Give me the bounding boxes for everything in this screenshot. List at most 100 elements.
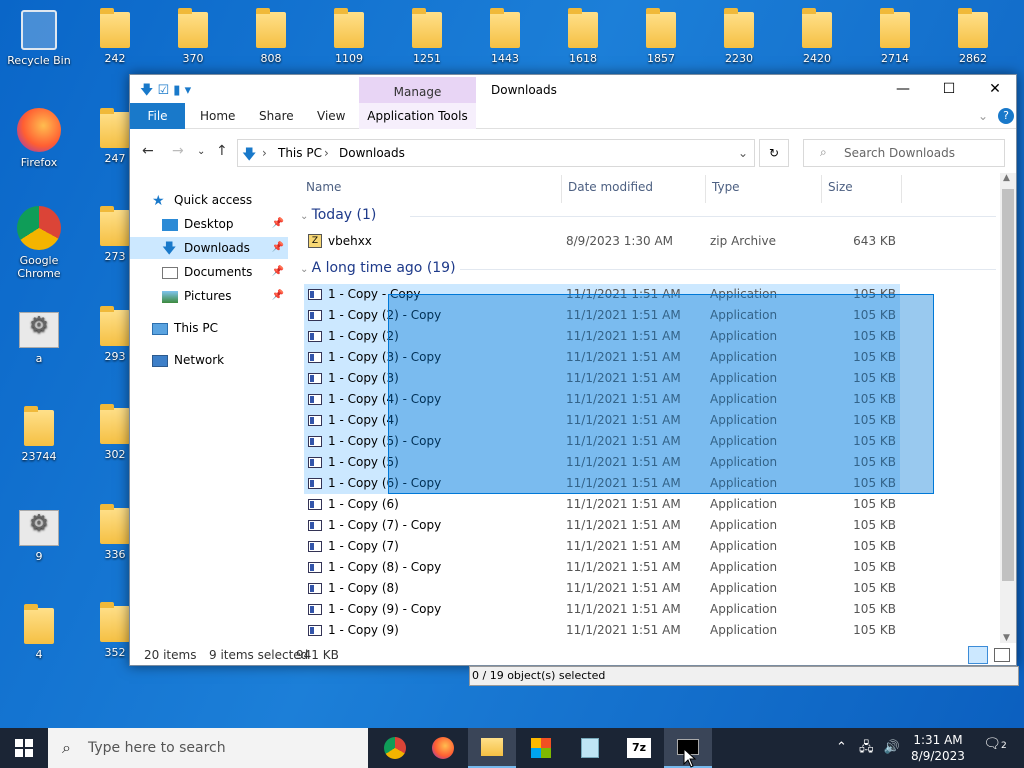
large-icons-view-icon[interactable]: [994, 648, 1010, 662]
scrollbar-thumb[interactable]: [1002, 189, 1014, 581]
address-row: ← → ⌄ ↑ 🡇 › This PC › Downloads ⌄ ↻ Sear…: [130, 129, 1016, 173]
manage-context-tab[interactable]: Manage: [359, 77, 476, 103]
column-header-name[interactable]: Name: [300, 175, 562, 203]
desktop-icon-folder[interactable]: 1618: [548, 8, 618, 65]
sidebar-item-quick-access[interactable]: ★ Quick access: [130, 189, 288, 211]
forward-icon[interactable]: →: [172, 143, 184, 159]
column-header-date[interactable]: Date modified: [562, 175, 706, 203]
application-icon: [308, 331, 322, 342]
desktop-icon-folder[interactable]: 1857: [626, 8, 696, 65]
tab-home[interactable]: Home: [200, 103, 235, 129]
folder-icon: [24, 406, 54, 446]
desktop-icon-label: 4: [35, 648, 43, 661]
up-icon[interactable]: ↑: [216, 143, 228, 159]
minimize-button[interactable]: —: [880, 75, 926, 103]
group-header-long-ago[interactable]: ⌄ A long time ago (19): [300, 260, 456, 276]
scroll-up-icon[interactable]: ▲: [1003, 173, 1010, 183]
sidebar-item-pictures[interactable]: Pictures 📌: [130, 285, 288, 307]
desktop-icon-folder[interactable]: 1109: [314, 8, 384, 65]
help-icon[interactable]: ?: [998, 108, 1014, 124]
status-bar: 20 items 9 items selected 941 KB: [130, 643, 1018, 667]
desktop-icon-folder[interactable]: 2230: [704, 8, 774, 65]
desktop-icon-label: 2420: [803, 52, 831, 65]
table-row[interactable]: 1 - Copy (8) - Copy 11/1/2021 1:51 AM Appl…: [304, 557, 900, 578]
address-dropdown-icon[interactable]: ⌄: [738, 146, 748, 160]
pin-icon: 📌: [271, 266, 284, 277]
taskbar-firefox[interactable]: [419, 728, 467, 768]
file-type: Application: [710, 539, 778, 553]
ribbon-expand-icon[interactable]: ⌄: [978, 109, 988, 123]
recent-locations-icon[interactable]: ⌄: [197, 146, 205, 157]
column-header-size[interactable]: Size: [822, 175, 902, 203]
file-date: 8/9/2023 1:30 AM: [566, 234, 674, 248]
refresh-button[interactable]: ↻: [759, 139, 789, 167]
start-button[interactable]: [0, 728, 48, 768]
maximize-button[interactable]: ☐: [926, 75, 972, 103]
network-icon[interactable]: 🖧: [859, 740, 874, 755]
desktop-icon-folder[interactable]: 808: [236, 8, 306, 65]
file-size: 105 KB: [853, 518, 896, 532]
table-row[interactable]: 1 - Copy (9) - Copy 11/1/2021 1:51 AM Appl…: [304, 599, 900, 620]
taskbar-store[interactable]: [517, 728, 565, 768]
taskbar-7zip[interactable]: 7z: [615, 728, 663, 768]
tab-share[interactable]: Share: [259, 103, 294, 129]
address-bar[interactable]: 🡇 › This PC › Downloads ⌄: [237, 139, 755, 167]
desktop-icon-folder[interactable]: 4: [4, 604, 74, 661]
group-header-today[interactable]: ⌄ Today (1): [300, 207, 376, 223]
tab-application-tools[interactable]: Application Tools: [359, 103, 476, 129]
breadcrumb-downloads[interactable]: Downloads: [339, 146, 405, 160]
table-row[interactable]: 1 - Copy (9) 11/1/2021 1:51 AM Application…: [304, 620, 900, 641]
desktop-icon-folder[interactable]: 242: [80, 8, 150, 65]
breadcrumb-this-pc[interactable]: This PC: [278, 146, 322, 160]
sidebar-item-desktop[interactable]: Desktop 📌: [130, 213, 288, 235]
volume-icon[interactable]: 🔊: [884, 740, 900, 755]
desktop-icon-folder[interactable]: 2420: [782, 8, 852, 65]
sidebar-item-documents[interactable]: Documents 📌: [130, 261, 288, 283]
column-header-type[interactable]: Type: [706, 175, 822, 203]
close-button[interactable]: ✕: [972, 75, 1018, 103]
taskbar-notepad[interactable]: [566, 728, 614, 768]
back-icon[interactable]: ←: [142, 143, 154, 159]
desktop-icon-a[interactable]: ⚙ a: [4, 312, 74, 365]
table-row[interactable]: 1 - Copy (6) 11/1/2021 1:51 AM Application…: [304, 494, 900, 515]
chevron-up-icon[interactable]: ⌃: [836, 740, 847, 755]
desktop-icon-9[interactable]: ⚙ 9: [4, 510, 74, 563]
scroll-down-icon[interactable]: ▼: [1003, 633, 1010, 643]
desktop-icon-folder[interactable]: 2862: [938, 8, 1008, 65]
taskbar-chrome[interactable]: [371, 728, 419, 768]
sidebar-item-network[interactable]: Network: [130, 349, 288, 371]
pin-icon: 📌: [271, 218, 284, 229]
table-row[interactable]: Z vbehxx 8/9/2023 1:30 AM zip Archive 64…: [304, 231, 900, 252]
chrome-icon: [17, 206, 61, 250]
tab-file[interactable]: File: [130, 103, 185, 129]
desktop-icon-recycle-bin[interactable]: Recycle Bin: [4, 10, 74, 67]
details-view-icon[interactable]: [968, 646, 988, 664]
folder-icon: [412, 8, 442, 48]
desktop-icon-folder[interactable]: 370: [158, 8, 228, 65]
desktop-icon-firefox[interactable]: Firefox: [4, 108, 74, 169]
taskbar-file-explorer[interactable]: [468, 728, 516, 768]
desktop-icon-folder[interactable]: 1443: [470, 8, 540, 65]
table-row[interactable]: 1 - Copy (7) 11/1/2021 1:51 AM Application…: [304, 536, 900, 557]
desktop-icon-folder[interactable]: 23744: [4, 406, 74, 463]
desktop-icon-folder[interactable]: 2714: [860, 8, 930, 65]
title-bar[interactable]: 🡇 ☑ ▮ ▾ Manage Downloads — ☐ ✕: [130, 75, 1016, 103]
notification-center-button[interactable]: 🗨2: [982, 736, 1008, 760]
taskbar-search-input[interactable]: Type here to search: [48, 728, 368, 768]
application-icon: [308, 415, 322, 426]
folder-icon: [100, 404, 130, 444]
search-input[interactable]: Search Downloads: [803, 139, 1005, 167]
desktop-icon-folder[interactable]: 1251: [392, 8, 462, 65]
desktop-icon-chrome[interactable]: Google Chrome: [4, 206, 74, 280]
table-row[interactable]: 1 - Copy (8) 11/1/2021 1:51 AM Application…: [304, 578, 900, 599]
tab-view[interactable]: View: [317, 103, 345, 129]
file-type: Application: [710, 518, 778, 532]
file-size: 105 KB: [853, 539, 896, 553]
sidebar-item-downloads[interactable]: 🡇 Downloads 📌: [130, 237, 288, 259]
desktop-icon-label: 2862: [959, 52, 987, 65]
store-icon: [531, 738, 551, 758]
sidebar-item-this-pc[interactable]: This PC: [130, 317, 288, 339]
clock[interactable]: 1:31 AM 8/9/2023: [908, 732, 968, 764]
table-row[interactable]: 1 - Copy (7) - Copy 11/1/2021 1:51 AM Appl…: [304, 515, 900, 536]
vertical-scrollbar[interactable]: ▲ ▼: [1000, 173, 1016, 643]
